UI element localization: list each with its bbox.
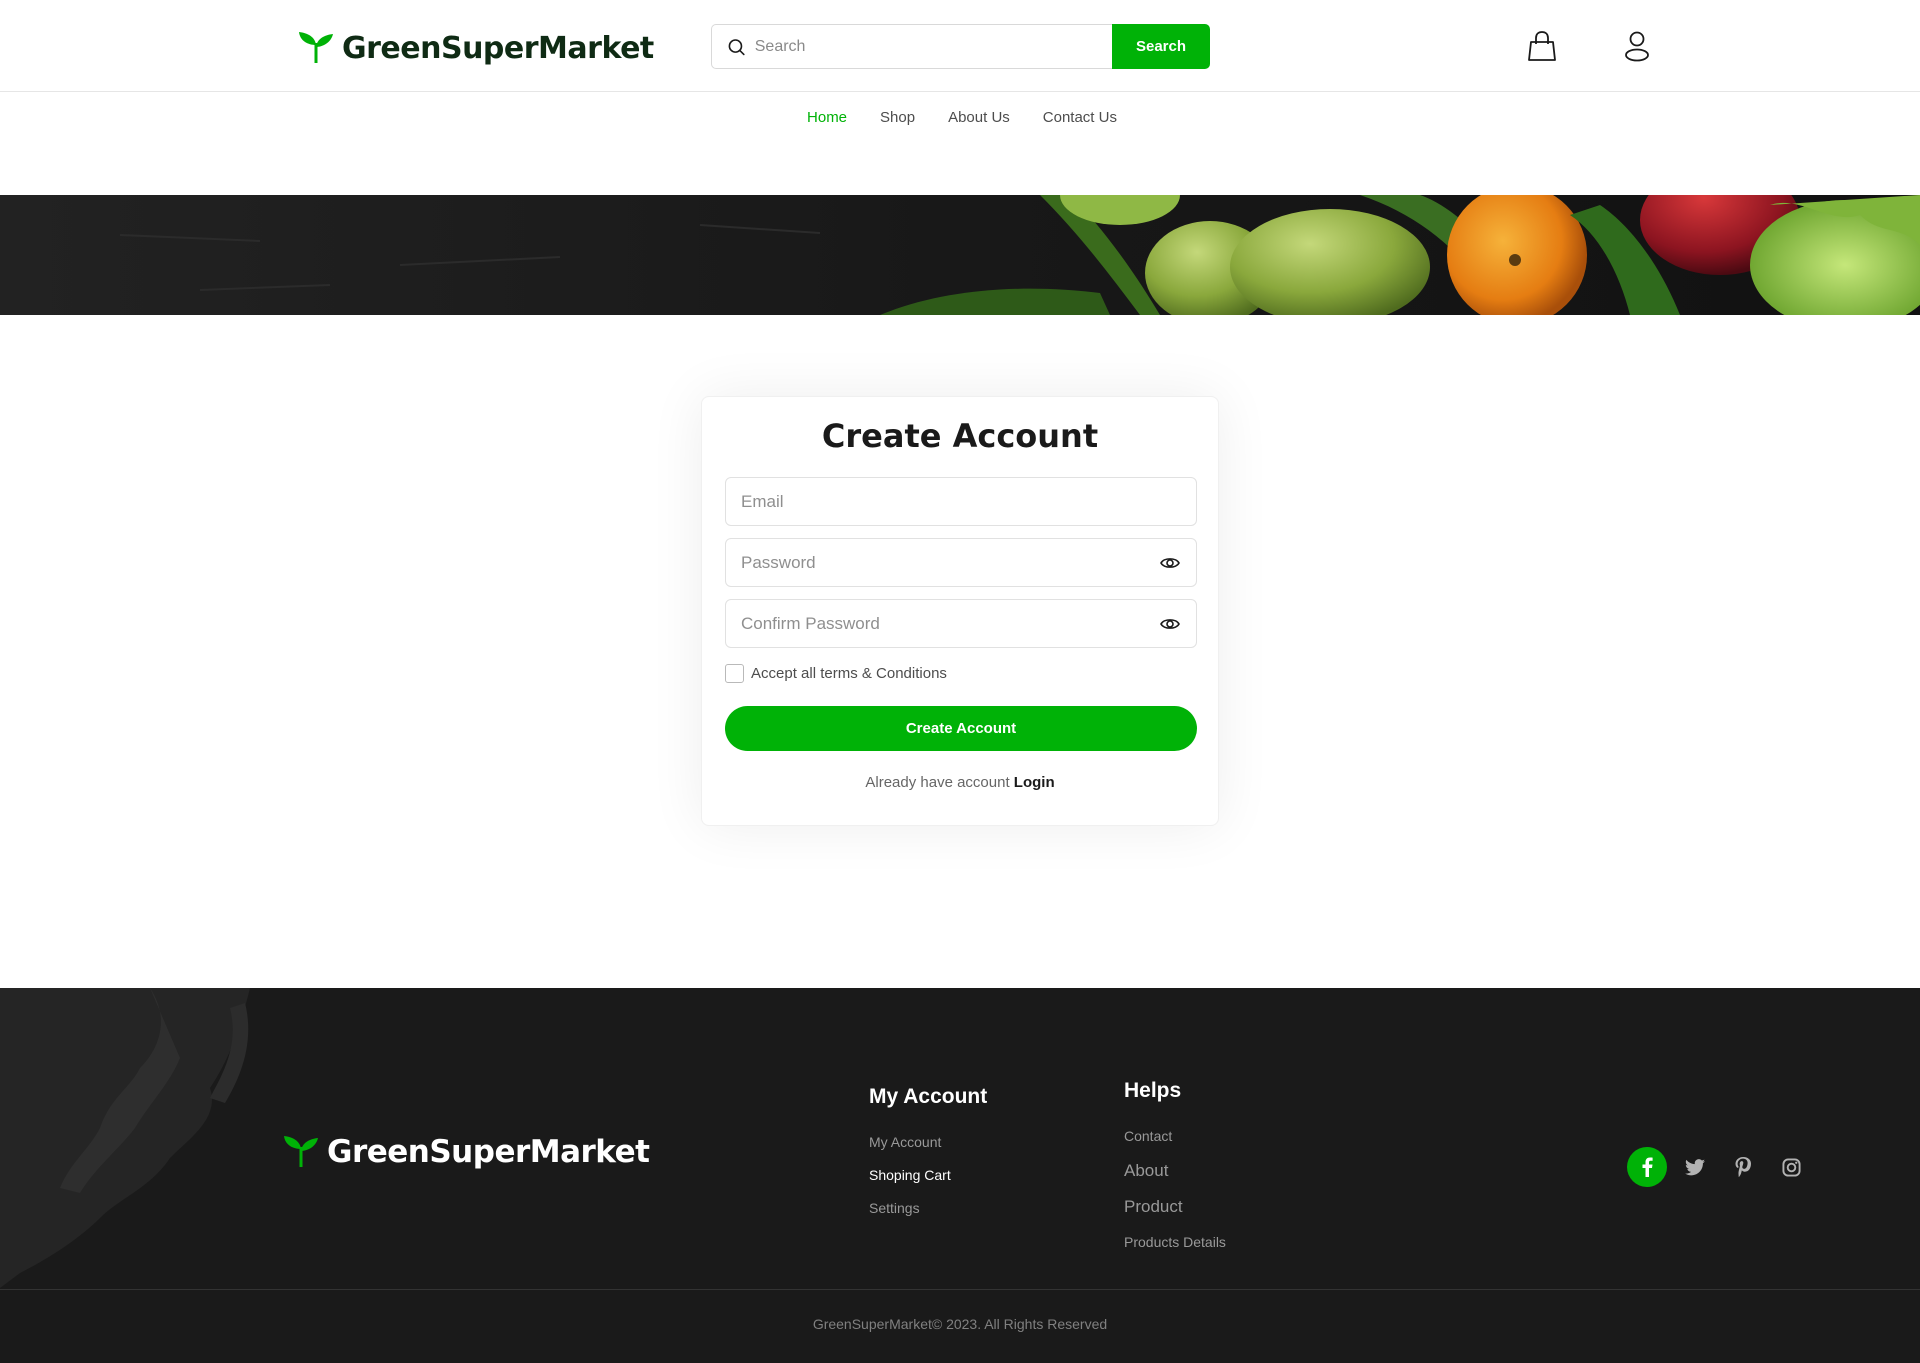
nav-home[interactable]: Home (807, 93, 847, 143)
footer-divider (0, 1289, 1920, 1290)
leaf-icon (284, 1136, 318, 1167)
email-input[interactable] (741, 491, 1196, 512)
login-prompt: Already have account Login (702, 774, 1218, 791)
brush-decoration (0, 988, 250, 1288)
pinterest-button[interactable] (1723, 1147, 1763, 1187)
facebook-button[interactable] (1627, 1147, 1667, 1187)
email-field[interactable] (725, 477, 1197, 526)
terms-row: Accept all terms & Conditions (725, 664, 947, 683)
login-link[interactable]: Login (1014, 774, 1055, 791)
footer-link-shopping-cart[interactable]: Shoping Cart (869, 1167, 951, 1183)
footer-link-products-details[interactable]: Products Details (1124, 1234, 1226, 1250)
hero-banner (0, 195, 1920, 315)
footer-link-my-account[interactable]: My Account (869, 1134, 941, 1150)
nav-contact-us[interactable]: Contact Us (1043, 93, 1117, 143)
footer-logo[interactable]: GreenSuperMarket (283, 1134, 650, 1170)
nav-about-us[interactable]: About Us (948, 93, 1010, 143)
eye-icon[interactable] (1160, 553, 1180, 573)
logo-text: GreenSuperMarket (342, 30, 654, 66)
search-input[interactable] (754, 37, 1112, 56)
password-field[interactable] (725, 538, 1197, 587)
twitter-button[interactable] (1675, 1147, 1715, 1187)
shopping-bag-icon (1528, 31, 1556, 61)
password-input[interactable] (741, 552, 1196, 573)
twitter-icon (1685, 1158, 1705, 1175)
create-account-card: Create Account Accept all terms & Condit… (701, 396, 1219, 826)
create-account-button[interactable]: Create Account (725, 706, 1197, 751)
login-prompt-text: Already have account (865, 774, 1010, 791)
nav-shop[interactable]: Shop (880, 93, 915, 143)
pinterest-icon (1735, 1157, 1751, 1177)
form-title: Create Account (821, 417, 1099, 455)
vegetables-image (0, 195, 1920, 315)
account-button[interactable] (1620, 28, 1654, 64)
my-account-heading: My Account (869, 1085, 988, 1108)
leaf-icon (299, 32, 333, 63)
main-nav: Home Shop About Us Contact Us (0, 93, 1920, 143)
cart-button[interactable] (1525, 28, 1559, 64)
footer-link-about[interactable]: About (1124, 1161, 1168, 1181)
footer-link-contact[interactable]: Contact (1124, 1128, 1172, 1144)
copyright-text: GreenSuperMarket© 2023. All Rights Reser… (812, 1316, 1108, 1332)
search-bar: Search (711, 24, 1210, 69)
instagram-icon (1781, 1157, 1801, 1177)
helps-heading: Helps (1124, 1079, 1182, 1102)
confirm-password-field[interactable] (725, 599, 1197, 648)
search-button[interactable]: Search (1112, 24, 1210, 69)
footer-logo-text: GreenSuperMarket (327, 1134, 650, 1170)
site-logo[interactable]: GreenSuperMarket (298, 26, 654, 70)
site-header: GreenSuperMarket Search (0, 0, 1920, 92)
instagram-button[interactable] (1771, 1147, 1811, 1187)
facebook-icon (1642, 1157, 1653, 1177)
eye-icon[interactable] (1160, 614, 1180, 634)
footer-link-product[interactable]: Product (1124, 1197, 1183, 1217)
site-footer: GreenSuperMarket My Account My Account S… (0, 988, 1920, 1363)
search-field[interactable] (711, 24, 1112, 69)
search-icon (728, 38, 745, 55)
terms-label[interactable]: Accept all terms & Conditions (751, 665, 947, 682)
confirm-password-input[interactable] (741, 613, 1196, 634)
user-icon (1625, 31, 1649, 62)
terms-checkbox[interactable] (725, 664, 744, 683)
footer-link-settings[interactable]: Settings (869, 1200, 920, 1216)
